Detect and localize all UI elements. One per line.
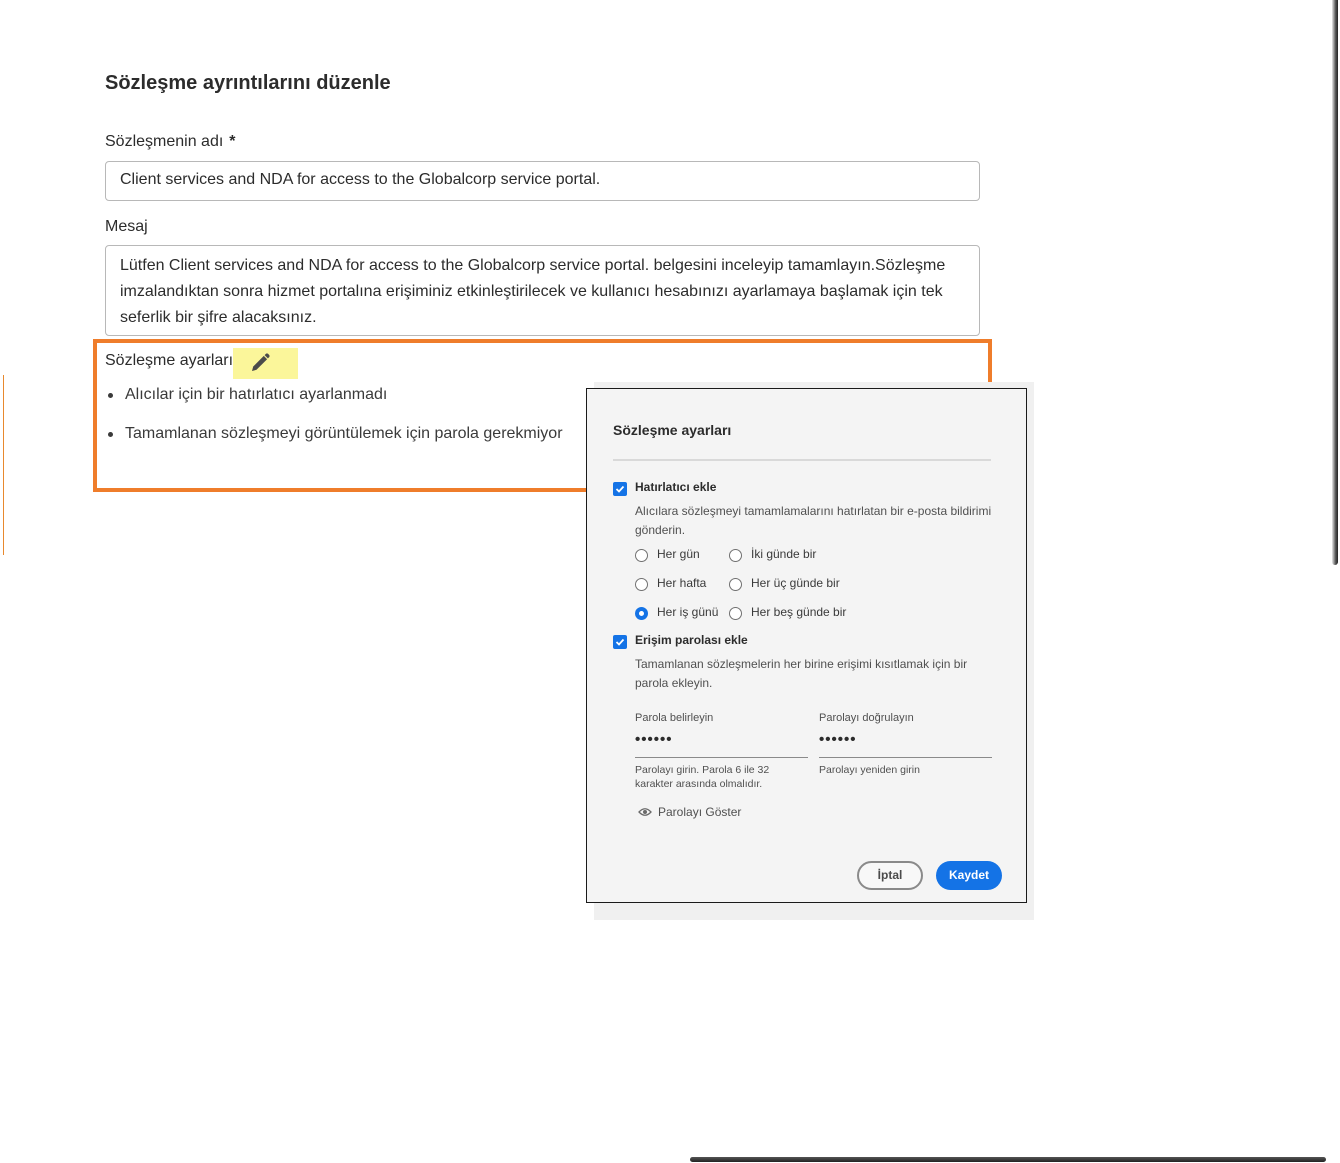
cancel-button[interactable]: İptal xyxy=(857,861,923,890)
password-checkbox[interactable] xyxy=(613,635,627,649)
confirm-password-input[interactable]: •••••• xyxy=(819,731,857,748)
radio-label: Her gün xyxy=(657,547,700,561)
required-marker: * xyxy=(229,133,236,150)
password-checkbox-label: Erişim parolası ekle xyxy=(635,633,748,647)
set-password-help: Parolayı girin. Parola 6 ile 32 karakter… xyxy=(635,764,770,790)
confirm-password-underline xyxy=(819,757,992,758)
save-button[interactable]: Kaydet xyxy=(936,861,1002,890)
reminder-checkbox-label: Hatırlatıcı ekle xyxy=(635,480,717,494)
agreement-name-label: Sözleşmenin adı * xyxy=(105,133,236,151)
radio-every-day[interactable] xyxy=(635,549,648,562)
confirm-password-label: Parolayı doğrulayın xyxy=(819,712,914,724)
page-edge-bottom xyxy=(690,1157,1326,1162)
left-marker-line xyxy=(3,375,4,555)
password-description: Tamamlanan sözleşmelerin her birine eriş… xyxy=(635,657,968,690)
settings-label: Sözleşme ayarları xyxy=(105,352,234,369)
radio-label: Her beş günde bir xyxy=(751,605,847,619)
radio-every-business-day[interactable] xyxy=(635,607,648,620)
radio-label: Her üç günde bir xyxy=(751,576,840,590)
show-password-toggle[interactable]: Parolayı Göster xyxy=(658,805,741,819)
agreement-name-label-text: Sözleşmenin adı xyxy=(105,133,224,150)
dialog-divider xyxy=(613,459,991,461)
checkmark-icon xyxy=(615,485,625,493)
agreement-name-input[interactable]: Client services and NDA for access to th… xyxy=(105,161,980,201)
message-label: Mesaj xyxy=(105,218,148,235)
set-password-input[interactable]: •••••• xyxy=(635,731,673,748)
eye-icon[interactable] xyxy=(638,807,652,817)
list-item: Alıcılar için bir hatırlatıcı ayarlanmad… xyxy=(105,384,563,423)
page-edge-right xyxy=(1332,0,1338,565)
settings-summary-list: Alıcılar için bir hatırlatıcı ayarlanmad… xyxy=(105,384,563,462)
reminder-checkbox[interactable] xyxy=(613,482,627,496)
page-title: Sözleşme ayrıntılarını düzenle xyxy=(105,72,391,94)
radio-every-week[interactable] xyxy=(635,578,648,591)
dialog-title: Sözleşme ayarları xyxy=(613,422,732,438)
pencil-icon xyxy=(252,353,270,371)
radio-every-two-days[interactable] xyxy=(729,549,742,562)
message-textarea[interactable]: Lütfen Client services and NDA for acces… xyxy=(105,245,980,336)
radio-label: Her hafta xyxy=(657,576,707,590)
agreement-settings-dialog: Sözleşme ayarları Hatırlatıcı ekle Alıcı… xyxy=(586,388,1027,903)
radio-label: Her iş günü xyxy=(657,605,719,619)
checkmark-icon xyxy=(615,638,625,646)
radio-every-five-days[interactable] xyxy=(729,607,742,620)
confirm-password-help: Parolayı yeniden girin xyxy=(819,764,920,776)
radio-every-three-days[interactable] xyxy=(729,578,742,591)
set-password-underline xyxy=(635,757,808,758)
set-password-label: Parola belirleyin xyxy=(635,712,714,724)
reminder-description: Alıcılara sözleşmeyi tamamlamalarını hat… xyxy=(635,504,992,537)
radio-label: İki günde bir xyxy=(751,547,817,561)
list-item: Tamamlanan sözleşmeyi görüntülemek için … xyxy=(105,423,563,462)
